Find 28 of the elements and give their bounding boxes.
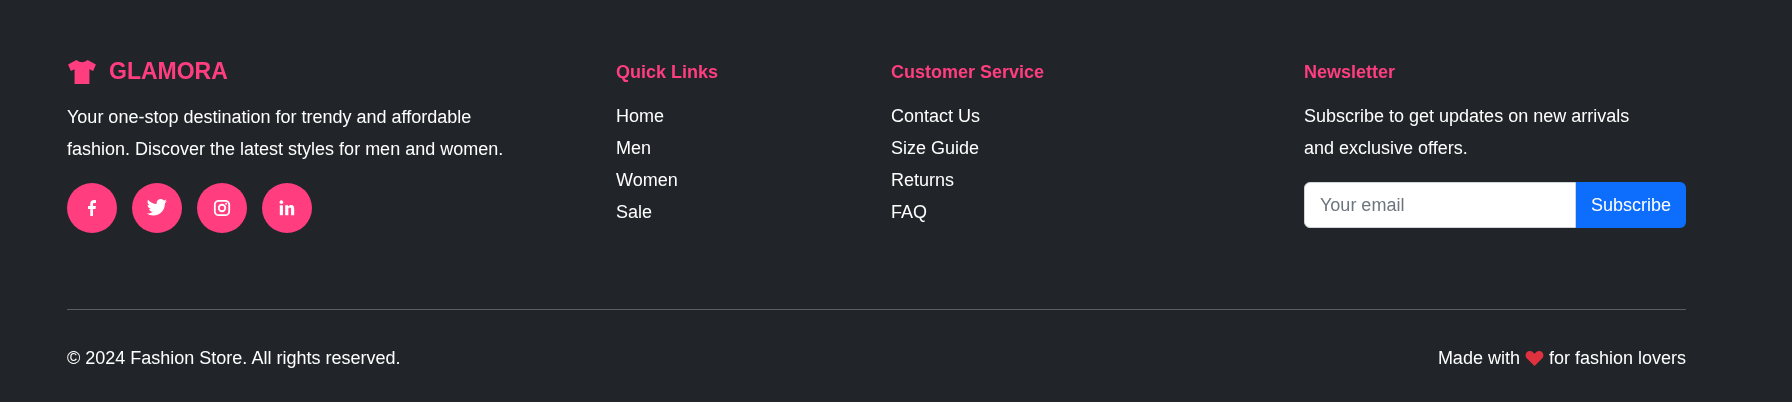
- linkedin-icon: [278, 199, 296, 217]
- made-for-text: for fashion lovers: [1548, 348, 1686, 369]
- linkedin-link[interactable]: [262, 183, 312, 233]
- newsletter-heading: Newsletter: [1304, 61, 1396, 84]
- footer-link[interactable]: Men: [616, 132, 651, 164]
- footer-link[interactable]: Sale: [616, 196, 653, 228]
- email-field[interactable]: Your email: [1304, 182, 1576, 228]
- footer-link[interactable]: Women: [616, 164, 678, 196]
- brand-description: Your one-stop destination for trendy and affordable fashion. Discover the latest styles for men and women.: [67, 106, 505, 161]
- camera-icon: [213, 199, 231, 217]
- heart-icon: [1524, 350, 1544, 367]
- instagram-link[interactable]: [197, 183, 247, 233]
- made-with-text: Made with: [1437, 348, 1520, 369]
- t-shirt-icon: [67, 58, 97, 85]
- brand-name: GLAMORA: [109, 58, 228, 85]
- twitter-link[interactable]: [132, 183, 182, 233]
- footer-link[interactable]: Home: [616, 100, 664, 132]
- subscribe-button[interactable]: Subscribe: [1575, 182, 1686, 228]
- footer-link[interactable]: Contact Us: [891, 100, 981, 132]
- copyright-text: © 2024 Fashion Store. All rights reserved.: [67, 348, 401, 369]
- newsletter-text: Subscribe to get updates on new arrivals and exclusive offers.: [1304, 105, 1631, 160]
- footer-link[interactable]: FAQ: [891, 196, 927, 228]
- footer-link[interactable]: Size Guide: [891, 132, 980, 164]
- column-heading: Quick Links: [616, 61, 719, 84]
- bird-icon: [146, 199, 168, 217]
- column-heading: Customer Service: [891, 61, 1045, 84]
- facebook-link[interactable]: [67, 183, 117, 233]
- footer-link[interactable]: Returns: [891, 164, 955, 196]
